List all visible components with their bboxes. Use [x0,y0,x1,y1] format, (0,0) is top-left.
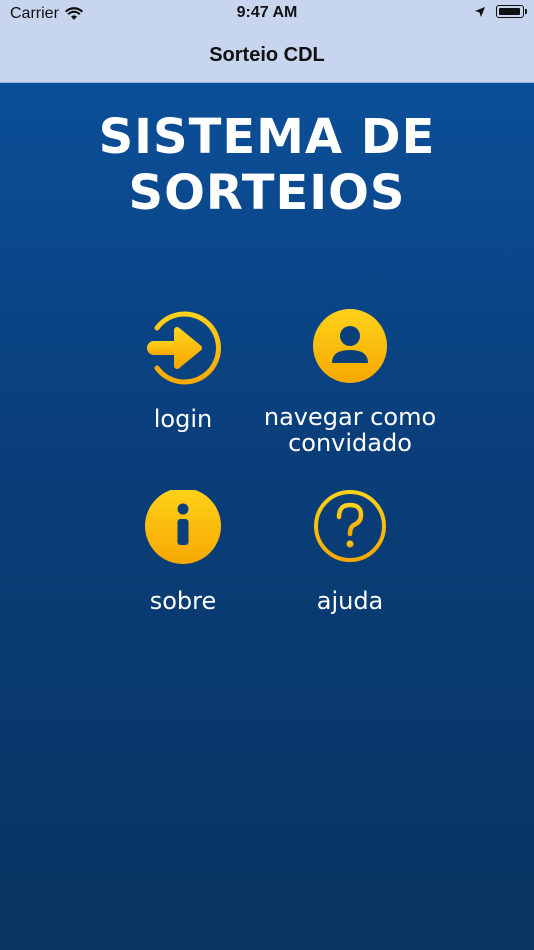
about-label: sobre [149,587,217,615]
battery-icon [496,5,527,18]
login-label: login [153,405,213,433]
status-time: 9:47 AM [236,4,298,21]
headline-line-2: SORTEIOS [128,165,406,221]
status-bar: Carrier 9:47 AM [0,0,534,28]
main-content: SISTEMA DE SORTEIOS login navegar como c… [0,83,534,950]
login-arrow-icon [147,311,221,385]
login-button[interactable]: login [103,308,263,432]
headline-line-1: SISTEMA DE [98,109,436,165]
guest-button[interactable]: navegar como convidado [258,308,442,456]
status-right [474,5,527,18]
navigation-bar: Sorteio CDL [0,28,534,83]
guest-label: navegar como convidado [263,403,437,457]
location-arrow-icon [475,6,485,17]
help-button[interactable]: ajuda [270,490,430,614]
about-button[interactable]: sobre [103,490,263,614]
page-headline: SISTEMA DE SORTEIOS [0,109,534,221]
info-icon [145,490,221,564]
user-icon [313,309,387,383]
help-label: ajuda [316,587,384,615]
nav-title: Sorteio CDL [209,43,325,66]
question-icon [314,490,386,562]
